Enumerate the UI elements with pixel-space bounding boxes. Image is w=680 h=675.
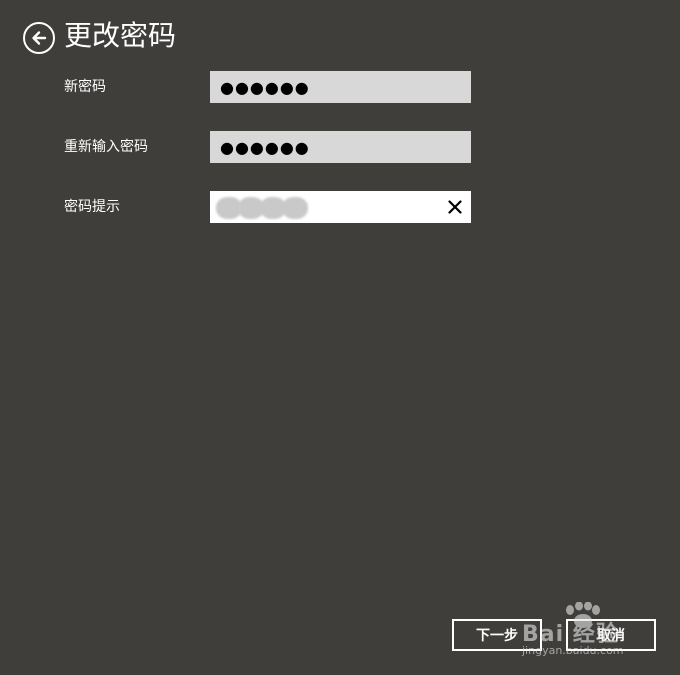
new-password-field[interactable]: [210, 71, 471, 103]
cancel-button[interactable]: 取消: [566, 619, 656, 651]
clear-button[interactable]: [445, 197, 465, 217]
next-button[interactable]: 下一步: [452, 619, 542, 651]
arrow-left-icon: [32, 31, 47, 45]
blurred-hint-text: [216, 197, 320, 219]
back-button[interactable]: [23, 22, 55, 54]
close-icon: [448, 200, 462, 214]
confirm-password-label: 重新输入密码: [64, 139, 148, 155]
password-hint-input[interactable]: [322, 191, 432, 223]
password-hint-label: 密码提示: [64, 199, 120, 215]
confirm-password-field[interactable]: [210, 131, 471, 163]
password-hint-field[interactable]: [210, 191, 471, 223]
new-password-label: 新密码: [64, 79, 106, 95]
page-title: 更改密码: [64, 19, 177, 52]
